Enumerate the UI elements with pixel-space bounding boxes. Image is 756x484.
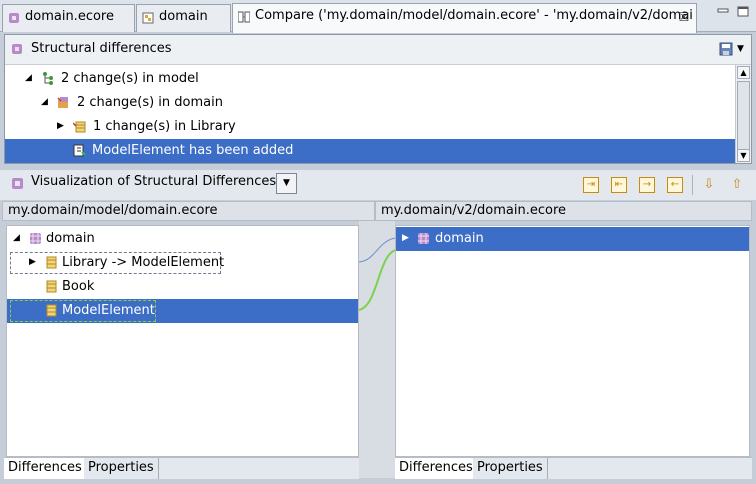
minimize-icon[interactable]	[716, 6, 730, 18]
visualization-title: Visualization of Structural Differences	[31, 174, 277, 189]
copy-all-left-to-right-icon[interactable]: ⇥	[583, 177, 599, 193]
package-change-icon	[57, 97, 68, 108]
ecore-package-icon	[9, 13, 19, 23]
tree-row-domain[interactable]: ▶ domain	[396, 227, 749, 251]
added-highlight-box	[10, 300, 156, 322]
copy-left-to-right-icon[interactable]: →	[639, 177, 655, 193]
class-icon	[46, 280, 57, 293]
tab-differences[interactable]: Differences	[395, 458, 478, 479]
chevron-down-icon: ▼	[283, 178, 290, 188]
expand-icon[interactable]: ▶	[57, 122, 66, 131]
close-icon[interactable]: ☒	[678, 11, 690, 23]
tab-label: domain	[159, 9, 208, 24]
package-icon	[30, 233, 41, 244]
diff-connector-gutter	[359, 221, 395, 478]
maximize-icon[interactable]	[736, 6, 750, 18]
save-icon[interactable]	[719, 42, 733, 56]
tree-row-label: Book	[62, 279, 95, 294]
collapse-icon[interactable]: ◢	[41, 98, 50, 107]
tab-properties[interactable]: Properties	[84, 458, 159, 479]
tree-row-label: domain	[435, 231, 484, 246]
tree-row-label: 1 change(s) in Library	[93, 119, 236, 134]
tab-domain-diagram[interactable]: domain	[136, 4, 231, 32]
right-model-tree: ▶ domain	[395, 225, 750, 457]
visualization-toolbar: Visualization of Structural Differences …	[0, 170, 756, 200]
editor-tab-bar: domain.ecore domain Compare ('my.domain/…	[0, 0, 756, 33]
visualization-dropdown[interactable]: ▼	[276, 173, 297, 194]
tree-row-modelelement-added[interactable]: ModelElement has been added	[5, 139, 735, 163]
visualization-icon	[12, 178, 23, 189]
compare-icon	[238, 11, 250, 23]
package-icon	[418, 233, 429, 244]
tree-row-library[interactable]: ▶ Library -> ModelElement	[7, 251, 358, 275]
collapse-icon[interactable]: ◢	[13, 234, 22, 243]
class-change-icon	[73, 121, 86, 133]
tree-row-library[interactable]: ▶ 1 change(s) in Library	[5, 115, 735, 139]
scroll-thumb[interactable]	[737, 81, 750, 159]
structural-differences-panel: Structural differences ▼ ◢ 2 change(s) i…	[4, 34, 752, 164]
collapse-icon[interactable]: ◢	[25, 74, 34, 83]
expand-icon[interactable]: ▶	[29, 258, 38, 267]
tab-compare[interactable]: Compare ('my.domain/model/domain.ecore' …	[232, 3, 697, 33]
left-model-tree: ◢ domain ▶ Library -> ModelElement Book …	[6, 225, 359, 457]
copy-right-to-left-icon[interactable]: ←	[667, 177, 683, 193]
model-tree-icon	[43, 72, 53, 85]
tree-row-label: ModelElement has been added	[92, 143, 294, 158]
add-element-icon	[73, 144, 86, 157]
tab-domain-ecore[interactable]: domain.ecore	[2, 4, 135, 32]
tab-properties[interactable]: Properties	[473, 458, 548, 479]
chevron-down-icon[interactable]: ▼	[737, 44, 744, 54]
left-path-label: my.domain/model/domain.ecore	[2, 201, 375, 221]
diagram-icon	[142, 12, 154, 24]
tab-differences[interactable]: Differences	[4, 458, 87, 479]
tree-row-label: 2 change(s) in domain	[77, 95, 223, 110]
previous-difference-icon[interactable]: ⇧	[728, 176, 746, 194]
tree-row-domain[interactable]: ◢ 2 change(s) in domain	[5, 91, 735, 115]
tree-row-label: 2 change(s) in model	[61, 71, 199, 86]
scroll-up-icon[interactable]: ▲	[737, 66, 750, 79]
tree-row-book[interactable]: Book	[7, 275, 358, 299]
structural-differences-icon	[12, 44, 22, 54]
copy-all-right-to-left-icon[interactable]: ⇤	[611, 177, 627, 193]
left-bottom-tabs: Differences Properties	[4, 457, 359, 479]
structural-differences-scrollbar[interactable]: ▲ ▼	[735, 65, 751, 163]
tree-row-label: domain	[46, 231, 95, 246]
structural-differences-title: Structural differences	[31, 41, 172, 56]
tree-row-domain[interactable]: ◢ domain	[7, 227, 358, 251]
right-path-label: my.domain/v2/domain.ecore	[375, 201, 752, 221]
next-difference-icon[interactable]: ⇩	[700, 176, 718, 194]
structural-differences-tree: ◢ 2 change(s) in model ◢ 2 change(s) in …	[5, 65, 735, 163]
right-bottom-tabs: Differences Properties	[395, 457, 752, 479]
class-icon	[46, 256, 57, 269]
tab-label: Compare ('my.domain/model/domain.ecore' …	[255, 8, 693, 23]
structural-differences-header: Structural differences ▼	[5, 35, 751, 65]
tab-label: domain.ecore	[25, 9, 114, 24]
expand-icon[interactable]: ▶	[402, 234, 411, 243]
tree-row-model[interactable]: ◢ 2 change(s) in model	[5, 67, 735, 91]
scroll-down-icon[interactable]: ▼	[737, 149, 750, 162]
tree-row-label: Library -> ModelElement	[62, 255, 225, 270]
toolbar-separator	[692, 175, 693, 195]
